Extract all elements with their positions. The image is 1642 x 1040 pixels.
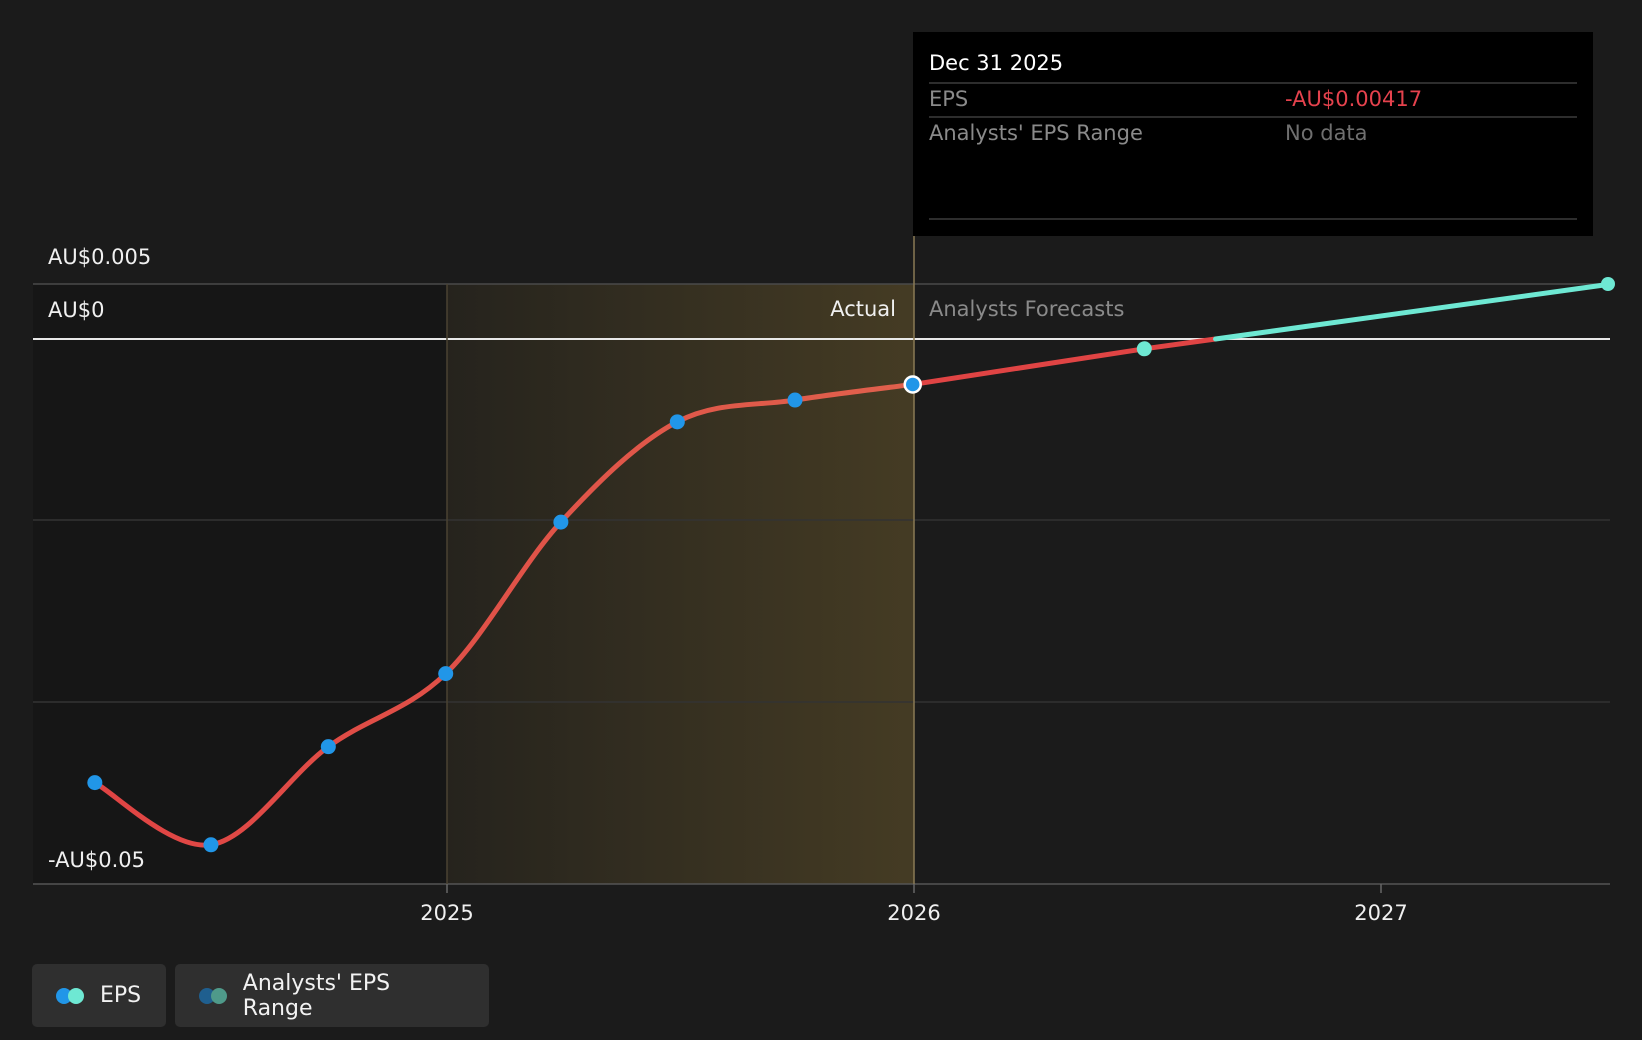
eps-forecast-point[interactable]	[1601, 277, 1615, 291]
tooltip: Dec 31 2025 EPS -AU$0.00417 Analysts' EP…	[913, 32, 1593, 236]
legend-label-analysts-eps-range: Analysts' EPS Range	[242, 970, 391, 1021]
legend-item-analysts-eps-range[interactable]: Analysts' EPS Range	[175, 964, 489, 1027]
eps-forecast-positive-line	[1213, 281, 1614, 342]
x-tick-label: 2025	[420, 901, 473, 925]
eps-forecast-point[interactable]	[1136, 341, 1152, 357]
eps-line-chart: AU$0.005 AU$0 -AU$0.05 2025 2026 2027 Actual…	[33, 32, 1615, 925]
eps-actual-point[interactable]	[87, 775, 103, 791]
actual-section-label: Actual	[830, 297, 896, 321]
eps-actual-point[interactable]	[553, 514, 569, 530]
tooltip-date: Dec 31 2025	[929, 51, 1063, 75]
eps-actual-point[interactable]	[438, 666, 454, 682]
legend-label-eps: EPS	[100, 983, 142, 1008]
eps-chart-widget: AU$0.005 AU$0 -AU$0.05 2025 2026 2027 Actual…	[0, 0, 1642, 1040]
eps-legend-icon	[56, 987, 84, 1004]
x-axis: 2025 2026 2027	[33, 883, 1610, 925]
legend: EPS Analysts' EPS Range	[32, 964, 489, 1027]
eps-actual-point[interactable]	[787, 392, 803, 408]
eps-actual-point[interactable]	[669, 414, 685, 430]
eps-dot-forecast	[68, 987, 84, 1004]
tooltip-eps-label: EPS	[929, 87, 968, 111]
x-tick-label: 2027	[1354, 901, 1407, 925]
legend-item-eps[interactable]: EPS	[32, 964, 166, 1027]
tooltip-range-label: Analysts' EPS Range	[929, 121, 1143, 145]
y-tick-label: AU$0	[48, 298, 104, 322]
eps-forecast-negative-line	[910, 336, 1219, 387]
eps-actual-point[interactable]	[320, 739, 336, 755]
eps-point-highlighted[interactable]	[903, 375, 922, 394]
past-shade	[33, 284, 447, 884]
y-tick-label: AU$0.005	[48, 245, 151, 269]
forecast-section-label: Analysts Forecasts	[929, 297, 1124, 321]
x-tick-label: 2026	[887, 901, 940, 925]
tooltip-range-value: No data	[1285, 121, 1368, 145]
y-tick-label: -AU$0.05	[48, 848, 145, 872]
range-legend-icon	[199, 987, 227, 1004]
eps-actual-point[interactable]	[203, 837, 219, 853]
range-dot-high	[211, 987, 227, 1004]
tooltip-eps-value: -AU$0.00417	[1285, 87, 1422, 111]
